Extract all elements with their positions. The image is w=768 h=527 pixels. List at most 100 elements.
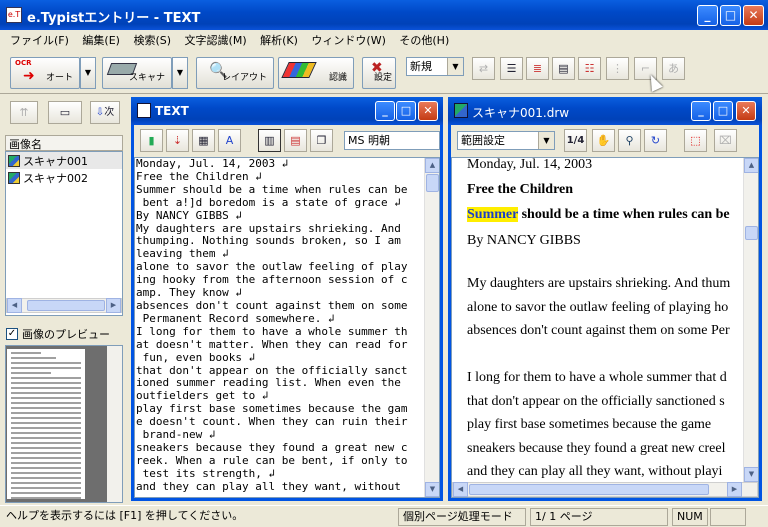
app-icon[interactable]: e.T bbox=[6, 7, 22, 23]
erase-area-icon[interactable]: ⌧ bbox=[714, 129, 737, 152]
scanned-image-view[interactable]: Monday, Jul. 14, 2003 Free the Children … bbox=[451, 157, 759, 498]
image-file-icon bbox=[8, 171, 20, 184]
text-line: sneakers because they found a great new … bbox=[136, 440, 408, 454]
settings-label: 設定 bbox=[373, 73, 392, 83]
menu-search[interactable]: 検索(S) bbox=[133, 30, 171, 48]
scroll-thumb[interactable] bbox=[469, 484, 709, 495]
chevron-down-icon[interactable]: ▼ bbox=[744, 467, 758, 482]
paragraph-icon[interactable]: ▤ bbox=[552, 57, 575, 80]
preview-scrollbar[interactable] bbox=[107, 346, 122, 502]
layout-button[interactable]: 🔍 レイアウト bbox=[196, 57, 274, 89]
text-close-button[interactable]: ✕ bbox=[418, 101, 438, 121]
rotate-icon[interactable]: ↻ bbox=[644, 129, 667, 152]
chevron-up-icon[interactable]: ▲ bbox=[744, 158, 758, 173]
copy-window-icon[interactable]: ❐ bbox=[310, 129, 333, 152]
first-line-rest: should be a time when rules can be bbox=[518, 207, 730, 222]
sort-icon[interactable]: ⇣ bbox=[166, 129, 189, 152]
auto-arrow-icon: ➜ bbox=[23, 68, 35, 84]
range-value: 範囲設定 bbox=[461, 134, 505, 147]
list-horizontal-scrollbar[interactable]: ◀ ▶ bbox=[6, 298, 122, 313]
doc-line: My daughters are upstairs shrieking. And… bbox=[467, 276, 731, 291]
text-lines-icon[interactable]: ☰ bbox=[500, 57, 523, 80]
doc-line: and they can play all they want, without… bbox=[467, 464, 723, 479]
menu-other[interactable]: その他(H) bbox=[399, 30, 449, 48]
main-title-bar: e.T e.Typistエントリー - TEXT _ □ ✕ bbox=[0, 0, 768, 30]
menu-edit[interactable]: 編集(E) bbox=[82, 30, 120, 48]
chevron-down-icon[interactable]: ▼ bbox=[425, 482, 439, 497]
card-icon[interactable]: ▭ bbox=[48, 101, 82, 124]
range-select[interactable]: 範囲設定 ▼ bbox=[457, 131, 555, 150]
auto-dropdown-button[interactable]: ▼ bbox=[80, 57, 96, 89]
preview-page bbox=[7, 349, 85, 499]
list-lines-icon[interactable]: ☷ bbox=[578, 57, 601, 80]
chevron-down-icon[interactable]: ▼ bbox=[538, 132, 554, 149]
doc-date: Monday, Jul. 14, 2003 bbox=[467, 157, 593, 172]
dotted-lines-icon[interactable]: ⋮ bbox=[606, 57, 629, 80]
scroll-thumb[interactable] bbox=[745, 226, 758, 240]
list-header[interactable]: 画像名 bbox=[5, 135, 123, 151]
font-select[interactable]: MS 明朝 bbox=[344, 131, 440, 150]
text-window-title-bar: TEXT _ □ ✕ bbox=[131, 97, 443, 125]
column-split-icon[interactable]: ⇄ bbox=[472, 57, 495, 80]
doc-line: that don't appear on the officially sanc… bbox=[467, 393, 725, 409]
settings-button[interactable]: ✖ 設定 bbox=[362, 57, 396, 89]
flag-icon[interactable]: ≣ bbox=[526, 57, 549, 80]
chevron-right-icon[interactable]: ▶ bbox=[106, 298, 121, 313]
up-arrow-icon[interactable]: ⇈ bbox=[10, 101, 38, 124]
text-line: test its strength, ↲ bbox=[136, 466, 276, 480]
font-change-icon[interactable]: A bbox=[218, 129, 241, 152]
minimize-button[interactable]: _ bbox=[697, 5, 718, 26]
down-arrow-icon: ⇩ bbox=[95, 107, 105, 118]
columns-icon[interactable]: ▥ bbox=[258, 129, 281, 152]
insert-icon[interactable]: ▤ bbox=[284, 129, 307, 152]
chevron-left-icon[interactable]: ◀ bbox=[7, 298, 22, 313]
doc-line: I long for them to have a whole summer t… bbox=[467, 370, 727, 385]
kana-icon[interactable]: あ bbox=[662, 57, 685, 80]
hand-icon[interactable]: ✋ bbox=[592, 129, 615, 152]
image-minimize-button[interactable]: _ bbox=[691, 101, 711, 121]
grid-icon[interactable]: ▦ bbox=[192, 129, 215, 152]
recognize-button[interactable]: 認識 bbox=[278, 57, 354, 89]
chevron-down-icon[interactable]: ▼ bbox=[447, 58, 463, 75]
close-button[interactable]: ✕ bbox=[743, 5, 764, 26]
scale-button[interactable]: 1/4 bbox=[564, 129, 587, 152]
scroll-thumb[interactable] bbox=[426, 174, 439, 192]
image-maximize-button[interactable]: □ bbox=[713, 101, 733, 121]
checkbox[interactable]: ✓ bbox=[6, 328, 18, 340]
auto-label: オート bbox=[45, 73, 73, 83]
image-horizontal-scrollbar[interactable]: ◀ ▶ bbox=[452, 482, 758, 497]
maximize-button[interactable]: □ bbox=[720, 5, 741, 26]
text-minimize-button[interactable]: _ bbox=[375, 101, 395, 121]
list-item[interactable]: スキャナ002 bbox=[6, 169, 122, 186]
scroll-thumb[interactable] bbox=[27, 300, 105, 311]
scanner-dropdown-button[interactable]: ▼ bbox=[172, 57, 188, 89]
menu-file[interactable]: ファイル(F) bbox=[10, 30, 69, 48]
preview-toggle[interactable]: ✓ 画像のプレビュー bbox=[6, 326, 110, 342]
scanner-button[interactable]: スキャナ bbox=[102, 57, 172, 89]
menu-analyze[interactable]: 解析(K) bbox=[260, 30, 298, 48]
menu-ocr[interactable]: 文字認識(M) bbox=[185, 30, 247, 48]
text-vertical-scrollbar[interactable]: ▲ ▼ bbox=[424, 158, 439, 497]
image-vertical-scrollbar[interactable]: ▲ ▼ bbox=[743, 158, 758, 482]
auto-ocr-button[interactable]: OCR ➜ オート bbox=[10, 57, 80, 89]
file-list: スキャナ001 スキャナ002 bbox=[5, 151, 123, 316]
image-close-button[interactable]: ✕ bbox=[736, 101, 756, 121]
list-item[interactable]: スキャナ001 bbox=[6, 152, 122, 169]
chevron-right-icon[interactable]: ▶ bbox=[727, 482, 742, 497]
text-line: and they can play all they want, without bbox=[136, 479, 401, 493]
zoom-icon[interactable]: ⚲ bbox=[618, 129, 641, 152]
select-area-icon[interactable]: ⬚ bbox=[684, 129, 707, 152]
highlighted-word: Summer bbox=[467, 207, 519, 222]
ocr-badge: OCR bbox=[15, 59, 32, 67]
chevron-left-icon[interactable]: ◀ bbox=[453, 482, 468, 497]
window-title: e.Typistエントリー - TEXT bbox=[27, 11, 201, 26]
recognized-text-area[interactable]: Monday, Jul. 14, 2003 ↲ Free the Children… bbox=[134, 157, 440, 498]
text-maximize-button[interactable]: □ bbox=[396, 101, 416, 121]
next-button[interactable]: ⇩次 bbox=[90, 101, 120, 124]
chevron-up-icon[interactable]: ▲ bbox=[425, 158, 439, 173]
new-mode-select[interactable]: 新規 ▼ bbox=[406, 57, 464, 76]
book-icon[interactable]: ▮ bbox=[140, 129, 163, 152]
menu-window[interactable]: ウィンドウ(W) bbox=[311, 30, 385, 48]
doc-heading: Free the Children bbox=[467, 182, 574, 197]
doc-first-line: Summer should be a time when rules can b… bbox=[467, 207, 730, 223]
